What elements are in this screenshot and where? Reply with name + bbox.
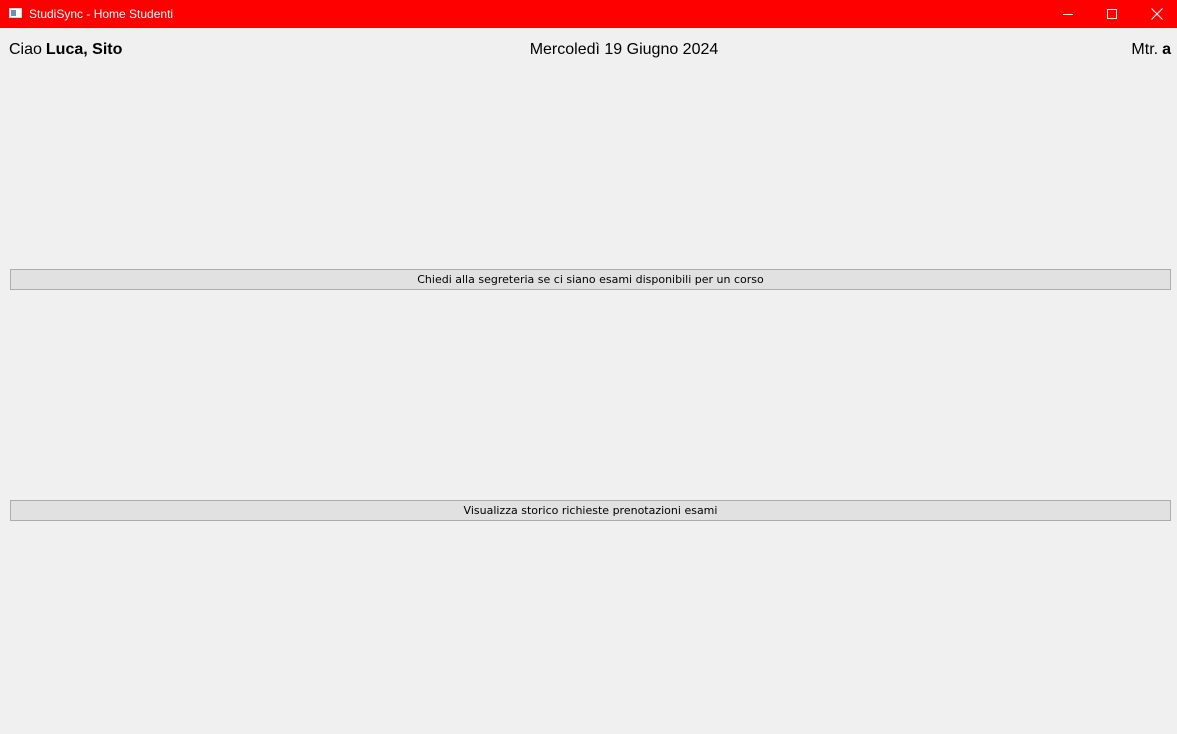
current-date: Mercoledì 19 Giugno 2024 [529, 41, 719, 58]
view-booking-history-button[interactable]: Visualizza storico richieste prenotazion… [10, 500, 1171, 521]
maximize-button[interactable] [1089, 0, 1135, 28]
window-title: StudiSync - Home Studenti [29, 7, 174, 21]
matricola-label: Mtr. [1131, 41, 1159, 58]
matricola-value: a [1162, 41, 1171, 58]
app-icon [9, 8, 22, 18]
minimize-button[interactable] [1045, 0, 1091, 28]
app-window: StudiSync - Home Studenti Ciao Luca, Sito… [0, 0, 1177, 734]
close-button[interactable] [1134, 0, 1177, 28]
matricola: Mtr. a [1131, 40, 1171, 60]
title-bar[interactable]: StudiSync - Home Studenti [0, 0, 1177, 28]
ask-available-exams-button[interactable]: Chiedi alla segreteria se ci siano esami… [10, 269, 1171, 290]
maximize-icon [1106, 8, 1117, 19]
minimize-icon [1062, 13, 1073, 15]
close-icon [1151, 8, 1163, 20]
